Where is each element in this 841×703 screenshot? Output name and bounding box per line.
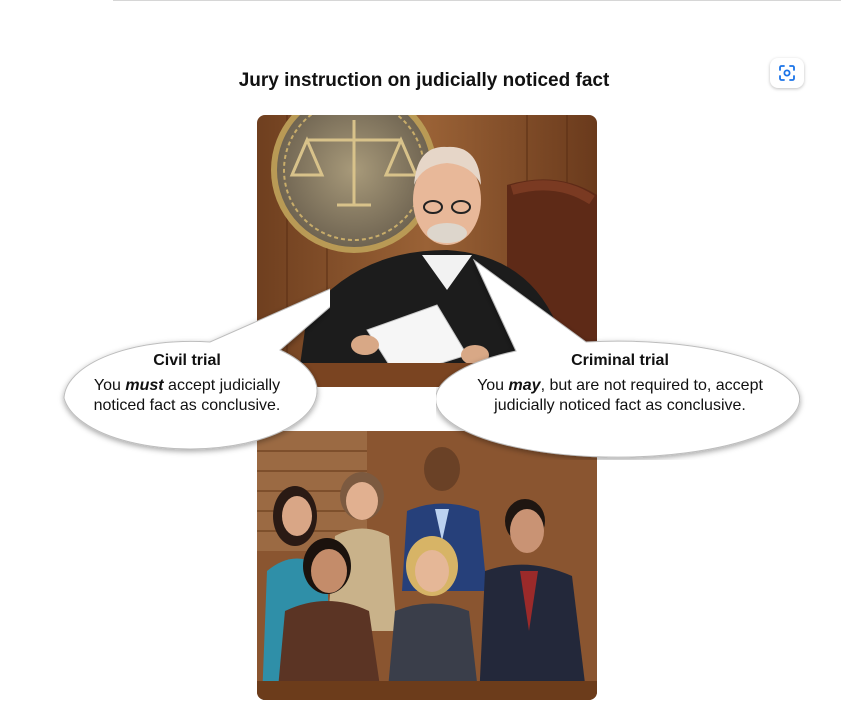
criminal-trial-instruction: You may, but are not required to, accept… [477, 377, 763, 414]
page-title: Jury instruction on judicially noticed f… [238, 70, 610, 91]
jury-illustration [257, 431, 597, 700]
civil-trial-heading: Civil trial [153, 352, 221, 369]
criminal-trial-heading: Criminal trial [571, 352, 669, 369]
visual-search-button[interactable] [770, 58, 804, 88]
civil-trial-instruction: You must accept judicially noticed fact … [93, 377, 281, 414]
civil-trial-bubble: Civil trial You must accept judicially n… [50, 270, 330, 460]
top-divider [113, 0, 841, 1]
visual-search-icon [779, 65, 795, 81]
criminal-trial-bubble: Criminal trial You may, but are not requ… [436, 255, 816, 460]
